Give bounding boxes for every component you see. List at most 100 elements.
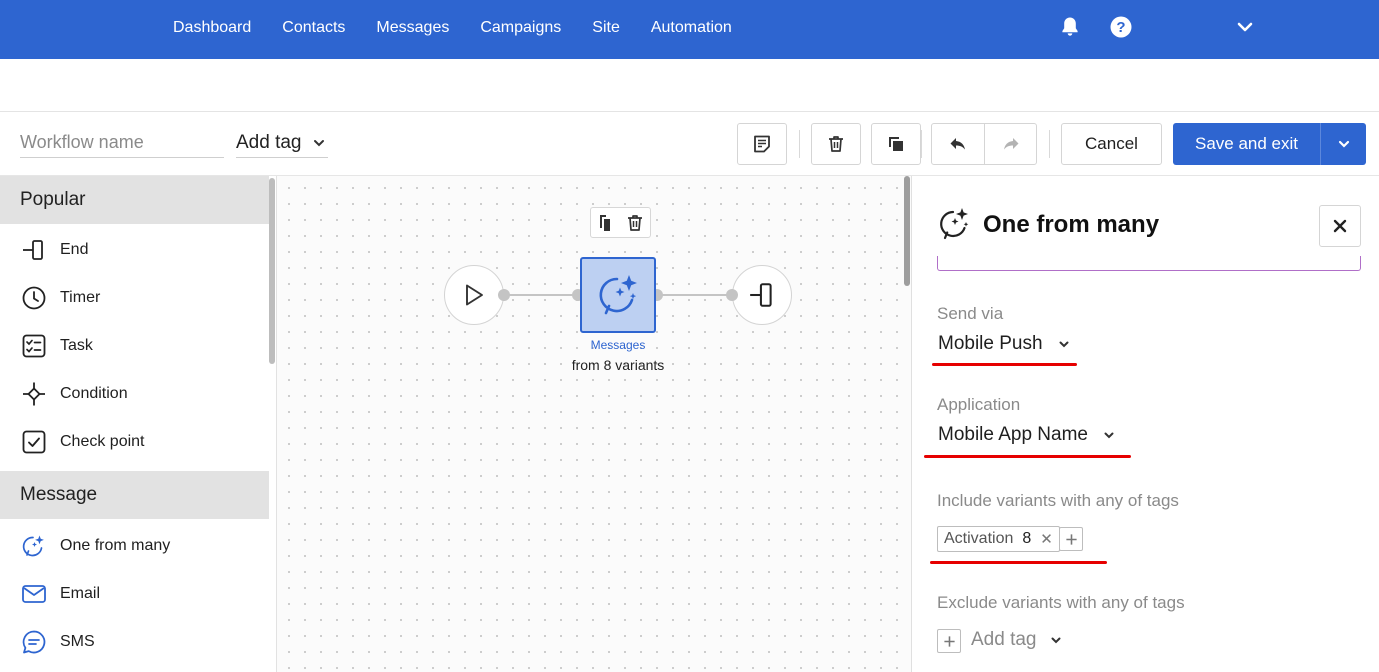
palette-item-label: End	[60, 241, 89, 258]
node-type-label: Messages	[590, 338, 646, 352]
connector-handle[interactable]	[498, 289, 510, 301]
palette-item-label: Email	[60, 585, 101, 602]
end-icon	[750, 283, 772, 307]
annotation-underline	[932, 363, 1077, 366]
section-header-message: Message	[0, 471, 269, 519]
start-node[interactable]	[444, 265, 504, 325]
palette-item-task[interactable]: Task	[0, 322, 269, 370]
exclude-add-tag-dropdown[interactable]: Add tag	[971, 629, 1063, 651]
copy-icon	[889, 137, 903, 151]
node-settings-panel: One from many Send via Mobile Push Appli…	[911, 176, 1379, 672]
connector-handle[interactable]	[726, 289, 738, 301]
clock-icon	[20, 284, 48, 312]
note-icon	[754, 135, 770, 153]
copy-button[interactable]	[871, 123, 921, 165]
check-square-icon	[20, 428, 48, 456]
palette-item-timer[interactable]: Timer	[0, 274, 269, 322]
palette-item-one-from-many[interactable]: One from many	[0, 522, 269, 570]
exclude-add-tag-label: Add tag	[971, 629, 1037, 650]
send-via-select[interactable]: Mobile Push	[938, 333, 1071, 355]
toolbar-divider	[921, 130, 922, 158]
delete-button[interactable]	[811, 123, 861, 165]
palette-item-label: SMS	[60, 633, 95, 650]
workflow-toolbar: Add tag Cancel Save and exit	[0, 112, 1379, 176]
chevron-down-icon[interactable]	[1233, 15, 1257, 39]
end-node[interactable]	[732, 265, 792, 325]
add-exclude-tag-button[interactable]	[937, 629, 961, 653]
top-navigation: Dashboard Contacts Messages Campaigns Si…	[0, 0, 1379, 59]
plus-icon	[1065, 533, 1077, 545]
node-delete-button[interactable]	[624, 212, 646, 234]
node-actions-toolbar	[590, 207, 651, 238]
sub-header	[0, 59, 1379, 112]
application-select[interactable]: Mobile App Name	[938, 424, 1116, 446]
sparkle-chat-icon	[20, 532, 48, 560]
bell-icon[interactable]	[1058, 15, 1082, 39]
end-icon	[20, 236, 48, 264]
sparkle-chat-icon	[599, 275, 637, 315]
chevron-down-icon	[1104, 432, 1114, 439]
canvas-scrollbar[interactable]	[904, 176, 910, 286]
palette-item-condition[interactable]: Condition	[0, 370, 269, 418]
chevron-down-icon	[1059, 341, 1069, 348]
panel-title: One from many	[983, 211, 1160, 238]
remove-tag-icon[interactable]: ✕	[1040, 530, 1053, 548]
redo-icon	[1003, 138, 1018, 150]
sparkle-chat-icon	[940, 208, 969, 240]
send-via-label: Send via	[937, 304, 1004, 323]
palette-item-check-point[interactable]: Check point	[0, 418, 269, 466]
nav-link-contacts[interactable]: Contacts	[282, 19, 345, 37]
chevron-down-icon	[1338, 140, 1349, 148]
palette-item-end[interactable]: End	[0, 226, 269, 274]
palette-item-label: Check point	[60, 433, 145, 450]
one-from-many-node[interactable]	[580, 257, 656, 333]
node-copy-button[interactable]	[595, 212, 617, 234]
redo-button[interactable]	[984, 123, 1037, 165]
copy-icon	[599, 214, 610, 231]
save-and-exit-button[interactable]: Save and exit	[1173, 123, 1320, 165]
palette-item-label: Task	[60, 337, 93, 354]
palette-item-label: Condition	[60, 385, 128, 402]
close-panel-button[interactable]	[1319, 205, 1361, 247]
nav-links: Dashboard Contacts Messages Campaigns Si…	[173, 0, 763, 55]
chat-bubble-icon	[20, 628, 48, 656]
nav-link-site[interactable]: Site	[592, 19, 620, 37]
node-palette-sidebar: Popular End Timer Task Condition Check p…	[0, 176, 277, 672]
add-include-tag-button[interactable]	[1059, 527, 1083, 551]
send-via-value: Mobile Push	[938, 333, 1043, 354]
toolbar-divider	[799, 130, 800, 158]
palette-item-label: One from many	[60, 537, 171, 554]
workflow-name-input[interactable]	[20, 128, 224, 158]
application-value: Mobile App Name	[938, 424, 1088, 445]
tag-chip-name: Activation	[944, 530, 1014, 547]
exclude-tags-label: Exclude variants with any of tags	[937, 593, 1185, 612]
application-label: Application	[937, 395, 1021, 414]
sidebar-scrollbar[interactable]	[269, 178, 275, 364]
trash-icon	[829, 136, 843, 152]
message-content-box[interactable]	[937, 256, 1361, 271]
chevron-down-icon	[313, 139, 324, 146]
cancel-button[interactable]: Cancel	[1061, 123, 1162, 165]
save-options-dropdown[interactable]	[1320, 123, 1366, 165]
play-icon	[466, 284, 483, 306]
help-icon[interactable]: ?	[1109, 15, 1133, 39]
connector-line	[505, 294, 580, 296]
notes-button[interactable]	[737, 123, 787, 165]
section-header-popular: Popular	[0, 176, 269, 224]
connector-line	[656, 294, 732, 296]
nav-link-dashboard[interactable]: Dashboard	[173, 19, 251, 37]
add-tag-dropdown[interactable]: Add tag	[236, 128, 328, 158]
undo-button[interactable]	[931, 123, 985, 165]
palette-item-sms[interactable]: SMS	[0, 618, 269, 666]
workflow-canvas[interactable]: Messages from 8 variants	[277, 176, 911, 672]
toolbar-divider	[1049, 130, 1050, 158]
nav-link-campaigns[interactable]: Campaigns	[480, 19, 561, 37]
condition-icon	[20, 380, 48, 408]
nav-link-automation[interactable]: Automation	[651, 19, 732, 37]
undo-icon	[950, 138, 965, 150]
nav-link-messages[interactable]: Messages	[376, 19, 449, 37]
annotation-underline	[924, 455, 1131, 458]
palette-item-label: Timer	[60, 289, 101, 306]
chevron-down-icon	[1051, 637, 1060, 644]
palette-item-email[interactable]: Email	[0, 570, 269, 618]
